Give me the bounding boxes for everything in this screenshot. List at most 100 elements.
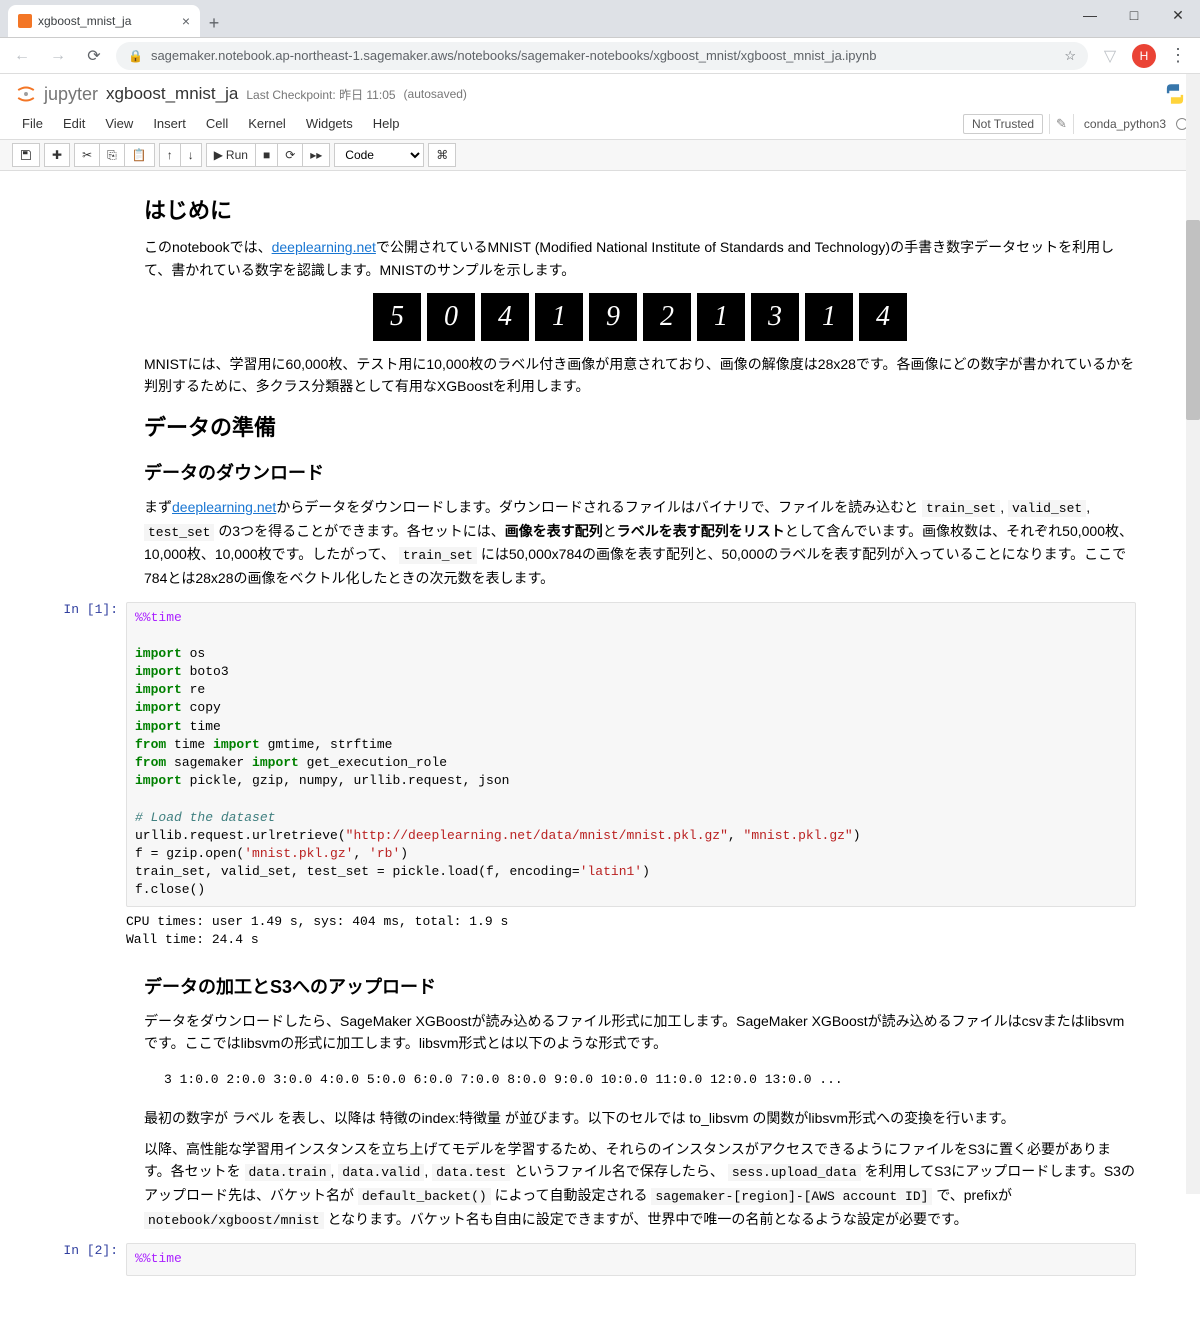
restart-run-all-button[interactable]: ▸▸ (303, 143, 330, 167)
url-box[interactable]: 🔒 sagemaker.notebook.ap-northeast-1.sage… (116, 42, 1088, 70)
code-inline: sagemaker-[region]-[AWS account ID] (651, 1188, 932, 1205)
heading-download: データのダウンロード (144, 459, 1136, 488)
mnist-digit: 1 (805, 293, 853, 341)
cell-type-select[interactable]: Code (334, 143, 424, 167)
new-tab-button[interactable]: + (200, 9, 228, 37)
browser-tab[interactable]: xgboost_mnist_ja × (8, 5, 200, 37)
address-bar: ← → ⟳ 🔒 sagemaker.notebook.ap-northeast-… (0, 38, 1200, 74)
markdown-cell[interactable]: はじめに このnotebookでは、deeplearning.netで公開されて… (50, 193, 1150, 590)
scrollbar-thumb[interactable] (1186, 220, 1200, 420)
code-inline: sess.upload_data (728, 1164, 861, 1181)
heading-hajimeni: はじめに (144, 193, 1136, 228)
code-inline: train_set (399, 547, 477, 564)
menu-help[interactable]: Help (363, 112, 410, 135)
heading-s3-upload: データの加工とS3へのアップロード (144, 973, 1136, 1002)
save-button[interactable] (12, 143, 40, 167)
code-inline: train_set (922, 500, 1000, 517)
back-button[interactable]: ← (8, 42, 36, 70)
move-down-button[interactable]: ↓ (181, 143, 202, 167)
insert-cell-button[interactable]: ✚ (44, 143, 70, 167)
copy-button[interactable]: ⎘ (100, 143, 125, 167)
mnist-digit: 1 (535, 293, 583, 341)
code-inline: data.test (432, 1164, 510, 1181)
heading-data-prep: データの準備 (144, 410, 1136, 445)
mnist-digit: 4 (481, 293, 529, 341)
input-prompt: In [1]: (50, 602, 126, 955)
code-inline: notebook/xgboost/mnist (144, 1212, 324, 1229)
code-inline: data.valid (338, 1164, 424, 1181)
menu-view[interactable]: View (95, 112, 143, 135)
menu-insert[interactable]: Insert (143, 112, 196, 135)
mnist-digit: 4 (859, 293, 907, 341)
paragraph: このnotebookでは、deeplearning.netで公開されているMNI… (144, 236, 1136, 281)
menu-widgets[interactable]: Widgets (296, 112, 363, 135)
vertical-scrollbar[interactable] (1186, 74, 1200, 1194)
interrupt-button[interactable]: ■ (256, 143, 278, 167)
libsvm-sample: 3 1:0.0 2:0.0 3:0.0 4:0.0 5:0.0 6:0.0 7:… (144, 1062, 1136, 1099)
maximize-button[interactable]: □ (1112, 7, 1156, 23)
forward-button[interactable]: → (44, 42, 72, 70)
cut-button[interactable]: ✂ (74, 143, 100, 167)
code-output: CPU times: user 1.49 s, sys: 404 ms, tot… (126, 907, 1136, 955)
lock-icon: 🔒 (128, 49, 143, 63)
paragraph: 以降、高性能な学習用インスタンスを立ち上げてモデルを学習するため、それらのインス… (144, 1138, 1136, 1232)
menu-cell[interactable]: Cell (196, 112, 238, 135)
mnist-digit: 3 (751, 293, 799, 341)
reload-button[interactable]: ⟳ (80, 42, 108, 70)
autosaved-status: (autosaved) (404, 87, 467, 101)
link-deeplearning-net[interactable]: deeplearning.net (272, 239, 376, 255)
python-logo-icon[interactable] (1162, 81, 1188, 107)
bookmark-star-icon[interactable]: ☆ (1064, 48, 1076, 64)
jupyter-logo-text: jupyter (44, 84, 98, 105)
kernel-name[interactable]: conda_python3 (1080, 115, 1170, 133)
markdown-cell[interactable]: データの加工とS3へのアップロード データをダウンロードしたら、SageMake… (50, 973, 1150, 1232)
edit-metadata-icon[interactable]: ✎ (1049, 114, 1074, 134)
jupyter-logo-icon (12, 80, 40, 108)
notebook-name[interactable]: xgboost_mnist_ja (106, 84, 238, 104)
mnist-sample-image: 5 0 4 1 9 2 1 3 1 4 (144, 293, 1136, 341)
paragraph: 最初の数字が ラベル を表し、以降は 特徴のindex:特徴量 が並びます。以下… (144, 1107, 1136, 1129)
code-inline: default_backet() (358, 1188, 491, 1205)
jupyter-favicon (18, 14, 32, 28)
minimize-button[interactable]: — (1068, 7, 1112, 23)
menu-kernel[interactable]: Kernel (238, 112, 296, 135)
code-inline: test_set (144, 524, 214, 541)
code-inline: valid_set (1008, 500, 1086, 517)
brave-icon[interactable]: ▽ (1096, 42, 1124, 70)
menubar: File Edit View Insert Cell Kernel Widget… (0, 110, 1200, 140)
command-palette-button[interactable]: ⌘ (428, 143, 456, 167)
browser-tabstrip: xgboost_mnist_ja × + — □ ✕ (0, 0, 1200, 38)
toolbar: ✚ ✂ ⎘ 📋 ↑ ↓ ▶ Run ■ ⟳ ▸▸ Code ⌘ (0, 140, 1200, 171)
paragraph: データをダウンロードしたら、SageMaker XGBoostが読み込めるファイ… (144, 1010, 1136, 1055)
paragraph: まずdeeplearning.netからデータをダウンロードします。ダウンロード… (144, 496, 1136, 590)
restart-button[interactable]: ⟳ (278, 143, 303, 167)
not-trusted-badge[interactable]: Not Trusted (963, 114, 1043, 134)
code-inline: data.train (245, 1164, 331, 1181)
mnist-digit: 1 (697, 293, 745, 341)
paragraph: MNISTには、学習用に60,000枚、テスト用に10,000枚のラベル付き画像… (144, 353, 1136, 398)
jupyter-logo[interactable]: jupyter (12, 80, 98, 108)
mnist-digit: 5 (373, 293, 421, 341)
code-input[interactable]: %%time import os import boto3 import re … (126, 602, 1136, 907)
mnist-digit: 0 (427, 293, 475, 341)
move-up-button[interactable]: ↑ (159, 143, 181, 167)
window-controls: — □ ✕ (1068, 0, 1200, 30)
link-deeplearning-net-2[interactable]: deeplearning.net (172, 499, 276, 515)
run-button[interactable]: ▶ Run (206, 143, 256, 167)
code-cell[interactable]: In [1]: %%time import os import boto3 im… (50, 598, 1150, 959)
menu-edit[interactable]: Edit (53, 112, 95, 135)
url-text: sagemaker.notebook.ap-northeast-1.sagema… (151, 48, 1056, 63)
profile-avatar[interactable]: H (1132, 44, 1156, 68)
mnist-digit: 9 (589, 293, 637, 341)
tab-close-icon[interactable]: × (182, 14, 190, 28)
mnist-digit: 2 (643, 293, 691, 341)
close-window-button[interactable]: ✕ (1156, 7, 1200, 24)
browser-menu-button[interactable]: ⋮ (1164, 45, 1192, 66)
paste-button[interactable]: 📋 (125, 143, 155, 167)
jupyter-header: jupyter xgboost_mnist_ja Last Checkpoint… (0, 74, 1200, 110)
checkpoint-status: Last Checkpoint: 昨日 11:05 (246, 86, 395, 103)
code-cell[interactable]: In [2]: %%time (50, 1239, 1150, 1279)
menu-file[interactable]: File (12, 112, 53, 135)
notebook-container: はじめに このnotebookでは、deeplearning.netで公開されて… (0, 171, 1200, 1320)
code-input[interactable]: %%time (126, 1243, 1136, 1275)
